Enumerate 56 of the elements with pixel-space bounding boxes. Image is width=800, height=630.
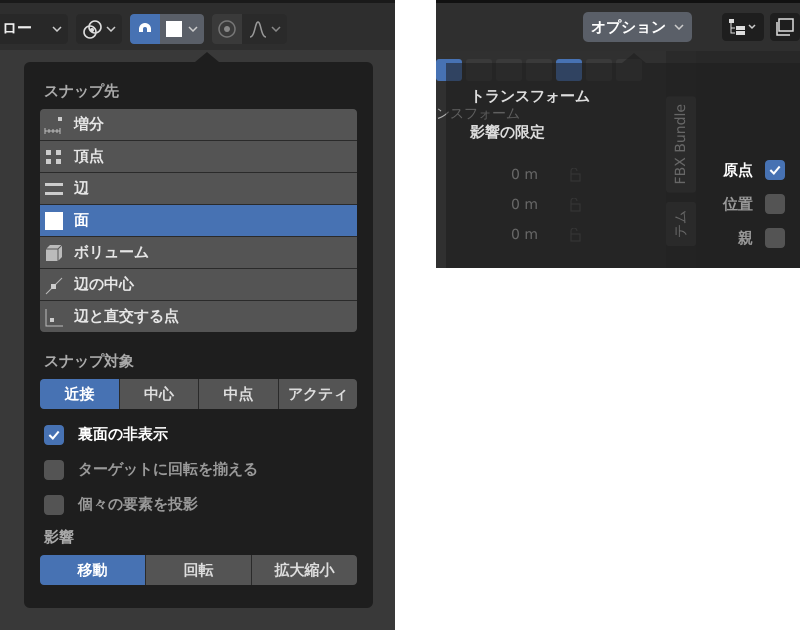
cube-icon [44, 242, 64, 262]
checkbox[interactable] [44, 424, 64, 444]
segment-button[interactable]: 中点 [199, 379, 278, 409]
mode-dropdown[interactable]: ロー [0, 14, 68, 44]
checkbox-label: 親 [738, 228, 753, 248]
checkbox-label: ターゲットに回転を揃える [78, 460, 258, 479]
image-button[interactable] [770, 13, 800, 41]
checkbox-label: 個々の要素を投影 [78, 495, 198, 514]
curve-icon [248, 18, 268, 38]
section-heading: スナップ対象 [44, 352, 134, 371]
caret-icon [271, 26, 281, 32]
corner-icon [44, 306, 64, 326]
snap-option[interactable]: ボリューム [40, 237, 357, 268]
snap-option[interactable]: 辺 [40, 173, 357, 204]
snap-option[interactable]: 頂点 [40, 141, 357, 172]
square-icon [166, 20, 182, 36]
pivot-dropdown[interactable] [76, 14, 122, 44]
options-dropdown[interactable]: オプション [583, 12, 692, 42]
snap-option[interactable]: 辺と直交する点 [40, 301, 357, 332]
segment-button[interactable]: 回転 [146, 555, 251, 585]
caret-icon [188, 26, 198, 32]
section-heading: 影響 [44, 528, 74, 547]
checkmark-icon [768, 163, 782, 177]
segment-button[interactable]: 中心 [120, 379, 198, 409]
linked-circles-icon [82, 18, 104, 40]
section-heading: スナップ先 [44, 82, 119, 101]
checkbox[interactable] [44, 494, 64, 514]
checkbox[interactable] [44, 460, 64, 480]
checkbox-label: 裏面の非表示 [78, 425, 168, 444]
hierarchy-icon [728, 18, 758, 36]
menu-item[interactable]: 影響の限定 [470, 124, 545, 141]
caret-icon [52, 26, 62, 32]
caret-icon [674, 24, 684, 30]
outliner-display-dropdown[interactable] [722, 13, 764, 41]
segment-button[interactable]: アクティ [278, 379, 357, 409]
magnet-icon[interactable] [130, 14, 160, 44]
checkbox-label: 原点 [723, 160, 753, 180]
caret-icon [106, 26, 116, 32]
ruler-icon [44, 114, 64, 134]
square-icon [44, 210, 64, 230]
segment-button[interactable]: 移動 [40, 555, 145, 585]
panel-title: ンスフォーム [436, 106, 520, 122]
snap-option[interactable]: 辺の中心 [40, 269, 357, 300]
segment-button[interactable]: 拡大縮小 [252, 555, 357, 585]
proportional-edit-icon[interactable] [212, 14, 242, 44]
checkbox[interactable] [765, 160, 785, 180]
checkbox[interactable] [765, 228, 785, 248]
diagonal-line-icon [44, 274, 64, 294]
menu-item[interactable]: トランスフォーム [470, 88, 590, 105]
snap-option[interactable]: 増分 [40, 109, 357, 140]
stacked-frames-icon [776, 18, 794, 36]
segment-button[interactable]: 近接 [40, 379, 118, 409]
snap-option[interactable]: 面 [40, 205, 357, 236]
snap-target-dropdown[interactable] [160, 14, 204, 44]
checkbox[interactable] [765, 194, 785, 214]
checkbox-label: 位置 [723, 194, 753, 214]
